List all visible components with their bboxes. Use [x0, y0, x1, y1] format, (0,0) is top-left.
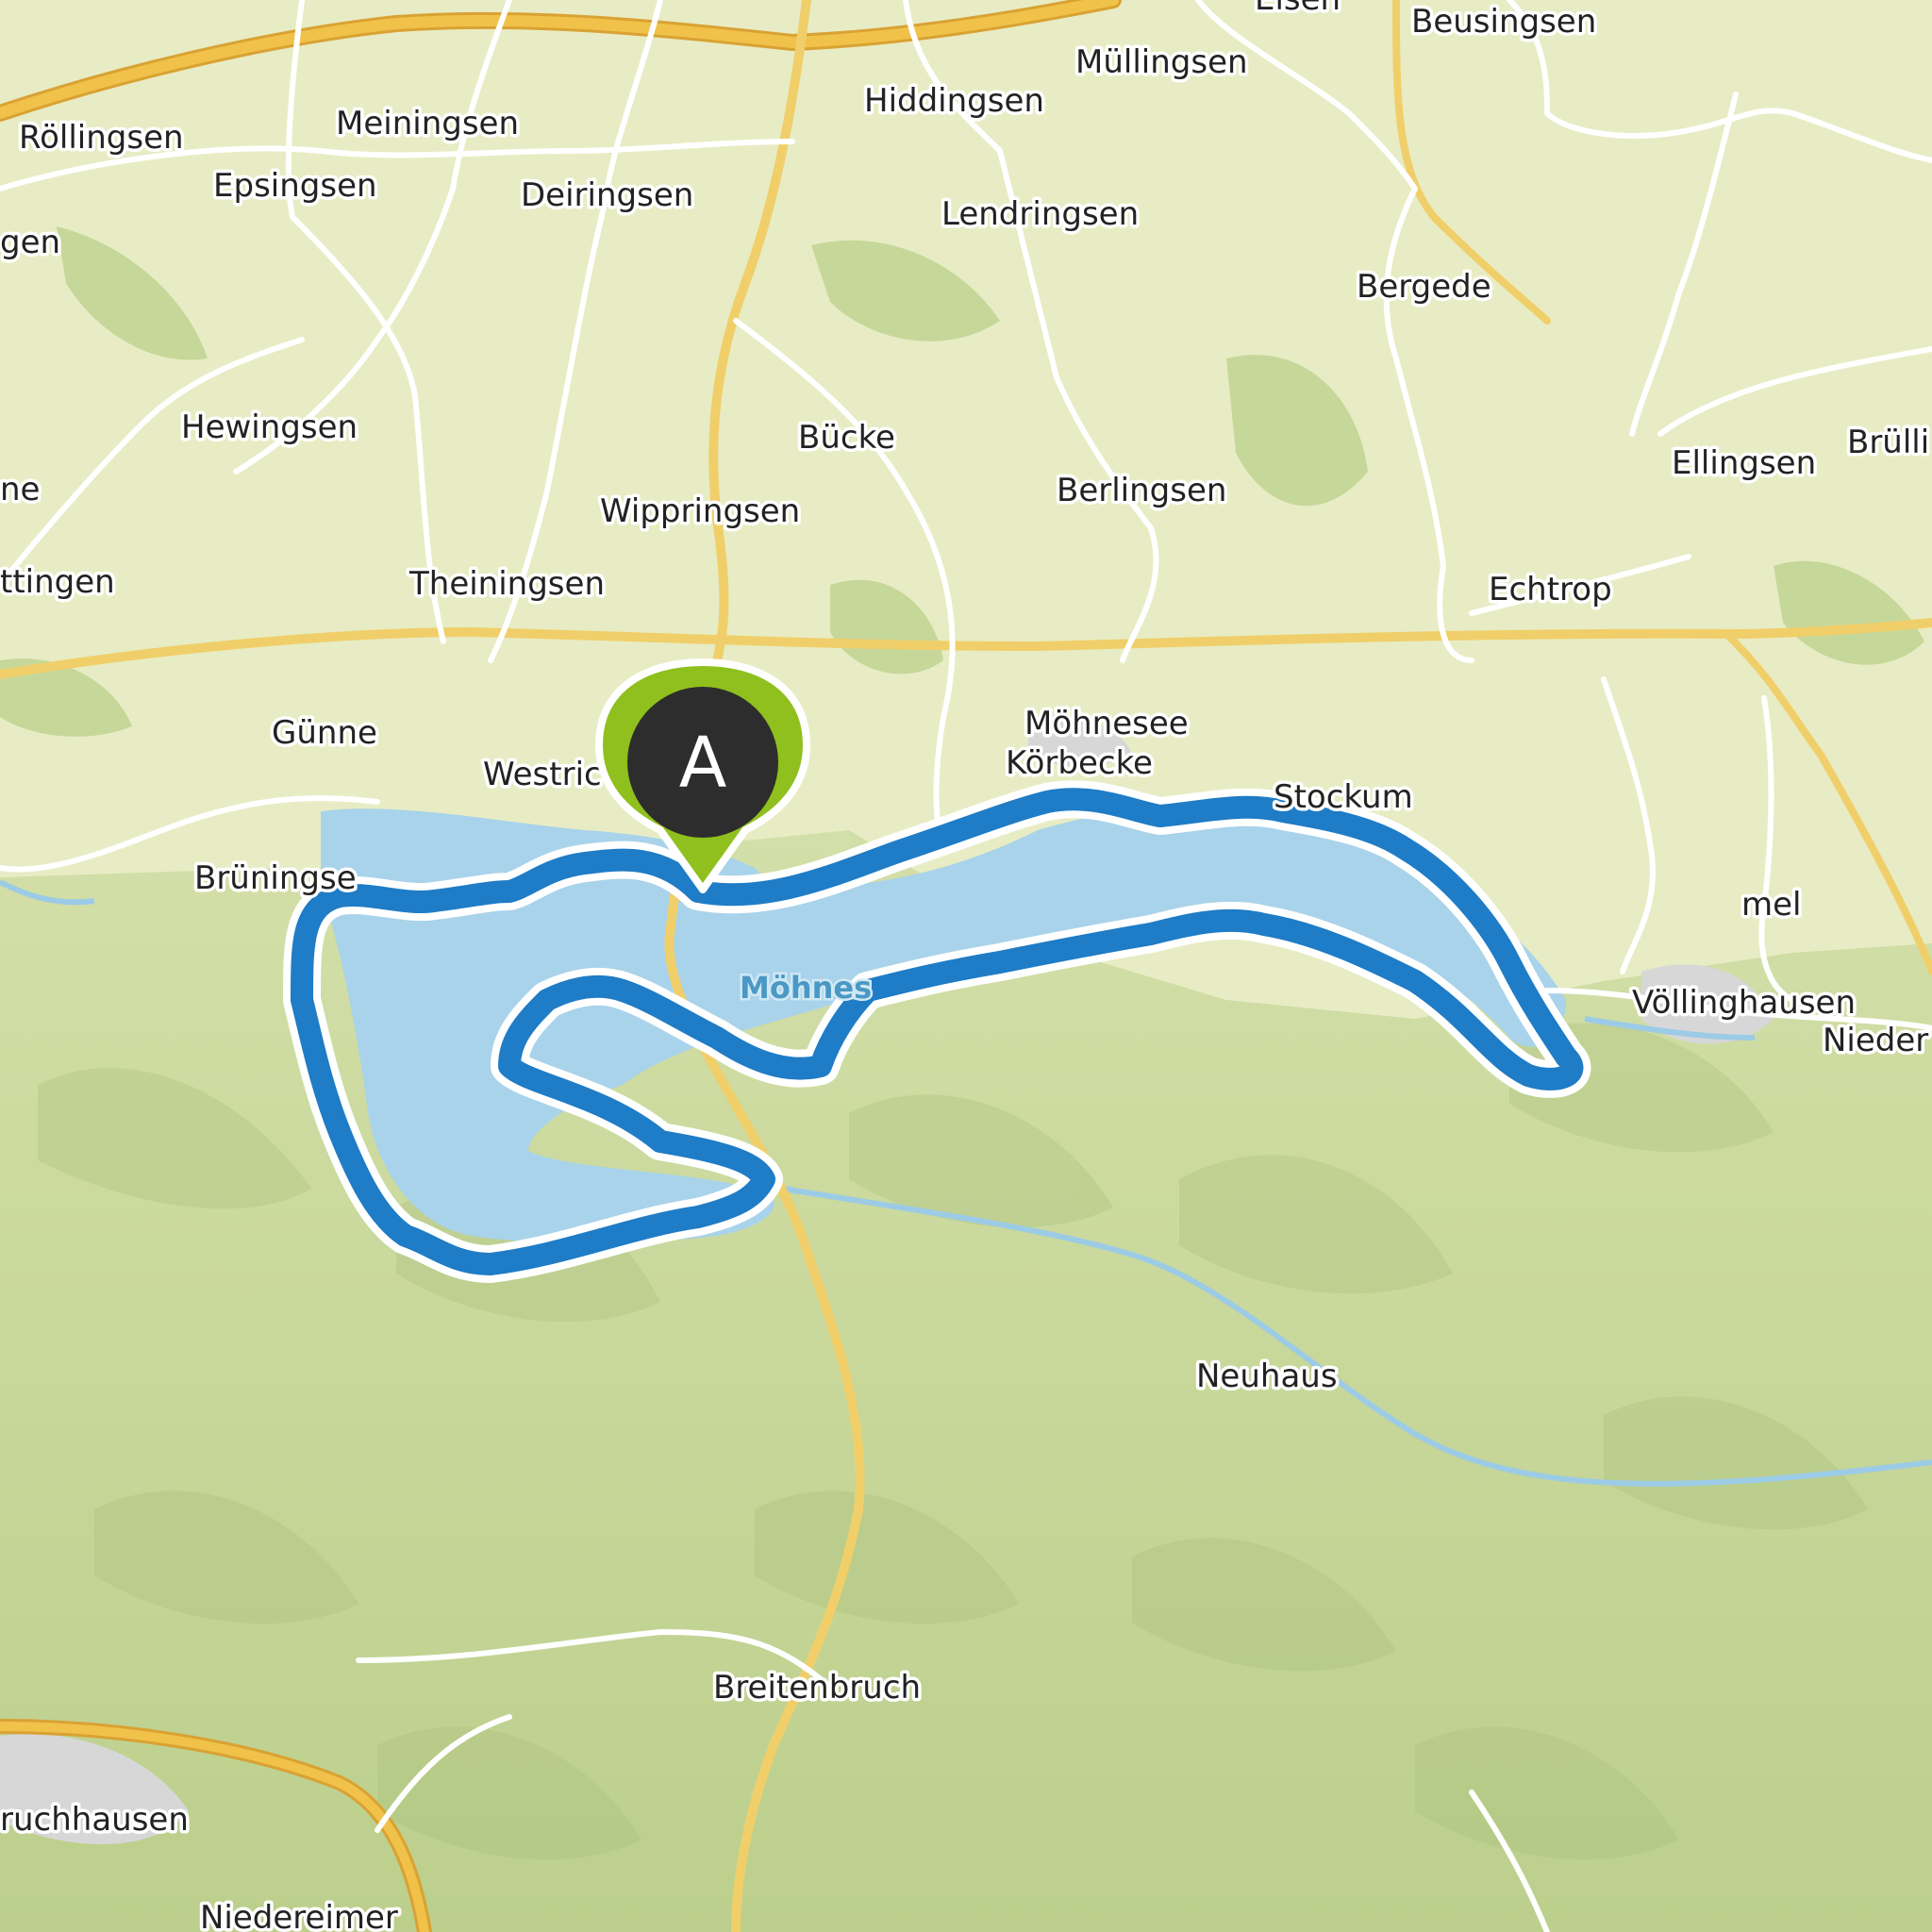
place-label-niedereimer[interactable]: Niedereimer: [197, 1896, 402, 1932]
place-label-ellingsen[interactable]: Ellingsen: [1669, 441, 1820, 486]
place-label-meiningsen[interactable]: Meiningsen: [333, 102, 523, 146]
place-label-bruelli[interactable]: Brülli: [1844, 421, 1932, 465]
place-label-buecke[interactable]: Bücke: [795, 416, 899, 460]
place-label-breitenbruch[interactable]: Breitenbruch: [710, 1666, 924, 1710]
place-label-nieder[interactable]: Nieder: [1820, 1019, 1932, 1063]
place-label-ttingen[interactable]: ttingen: [0, 560, 118, 605]
lake-label: Möhnes: [740, 970, 872, 1006]
place-label-mel[interactable]: mel: [1739, 883, 1805, 927]
place-label-beusingsen[interactable]: Beusingsen: [1408, 0, 1600, 44]
place-label-elsen[interactable]: Elsen: [1252, 0, 1344, 22]
place-label-muellingsen[interactable]: Müllingsen: [1073, 41, 1252, 85]
place-label-berlingsen[interactable]: Berlingsen: [1054, 469, 1230, 513]
place-label-ruchhausen[interactable]: ruchhausen: [0, 1798, 192, 1842]
place-label-koerbecke[interactable]: Körbecke: [1003, 741, 1157, 786]
place-label-neuhaus[interactable]: Neuhaus: [1193, 1355, 1341, 1399]
place-label-bergede[interactable]: Bergede: [1354, 265, 1495, 309]
place-label-hiddingsen[interactable]: Hiddingsen: [861, 79, 1048, 124]
place-label-moehnesee[interactable]: Möhnesee: [1022, 702, 1192, 746]
place-label-gen[interactable]: gen: [0, 221, 64, 265]
map-view[interactable]: Möhnes Elsen Beusingsen Müllingsen Hiddi…: [0, 0, 1932, 1932]
place-label-roellingsen[interactable]: Röllingsen: [16, 116, 188, 160]
place-label-deiringsen[interactable]: Deiringsen: [518, 174, 697, 218]
place-label-voellinghausen[interactable]: Völlinghausen: [1629, 981, 1859, 1025]
map-canvas[interactable]: Möhnes Elsen Beusingsen Müllingsen Hiddi…: [0, 0, 1932, 1932]
place-label-wippringsen[interactable]: Wippringsen: [597, 490, 804, 534]
place-label-lendringsen[interactable]: Lendringsen: [939, 192, 1142, 237]
place-label-epsingsen[interactable]: Epsingsen: [210, 164, 381, 208]
marker-letter: A: [679, 723, 727, 804]
place-label-hewingsen[interactable]: Hewingsen: [178, 406, 361, 450]
place-label-guenne[interactable]: Günne: [269, 711, 381, 756]
place-label-echtrop[interactable]: Echtrop: [1486, 568, 1616, 612]
place-label-brueningse[interactable]: Brüningse: [192, 857, 360, 901]
place-label-westric[interactable]: Westric: [480, 753, 606, 797]
place-label-theiningsen[interactable]: Theiningsen: [406, 562, 608, 607]
place-label-ne[interactable]: ne: [0, 468, 43, 512]
place-label-stockum[interactable]: Stockum: [1271, 775, 1417, 820]
